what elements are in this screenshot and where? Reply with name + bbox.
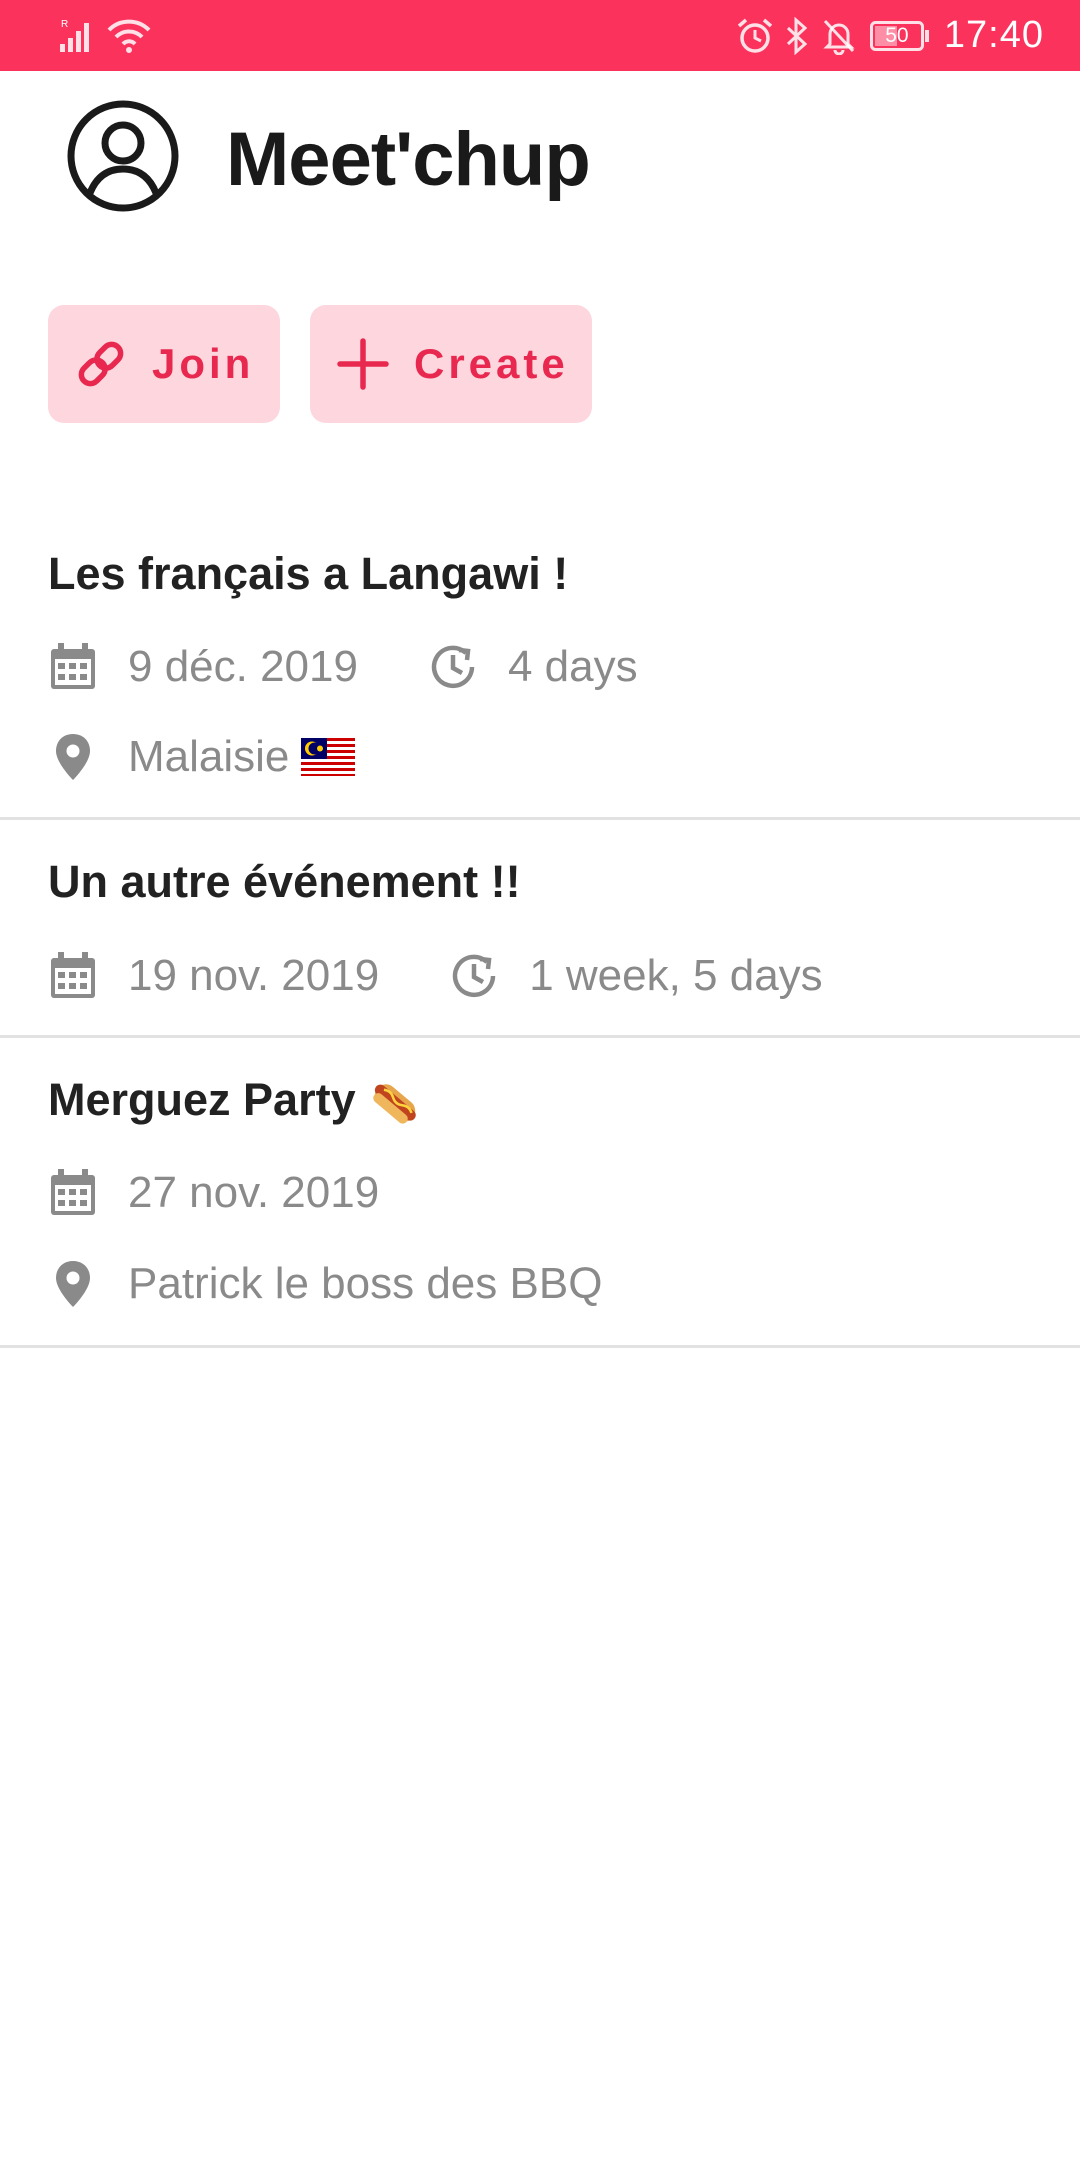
notifications-off-icon: [823, 19, 855, 55]
app-title: Meet'chup: [226, 117, 591, 202]
location-pin-icon: [56, 1261, 90, 1307]
status-bar-right: 50 17:40: [736, 0, 1044, 71]
event-location-row: Malaisie: [48, 727, 356, 787]
event-list: Les français a Langawi ! 9 déc. 2019 4 d…: [0, 520, 1080, 1348]
battery-level: 50: [885, 23, 909, 47]
event-location: Patrick le boss des BBQ: [128, 1259, 603, 1308]
event-title: Les français a Langawi !: [48, 548, 569, 599]
link-icon: [78, 341, 124, 387]
wifi-icon: [107, 19, 151, 53]
calendar-icon: [51, 643, 95, 689]
event-meta-row: 19 nov. 2019 1 week, 5 days: [48, 946, 823, 1006]
event-card[interactable]: Les français a Langawi ! 9 déc. 2019 4 d…: [0, 520, 1080, 820]
event-title-text: Merguez Party: [48, 1074, 356, 1125]
status-bar-left: R: [58, 0, 152, 71]
event-title: Merguez Party: [48, 1074, 420, 1128]
event-location: Malaisie: [128, 732, 290, 781]
event-card[interactable]: Un autre événement !! 19 nov. 2019 1 wee…: [0, 820, 1080, 1038]
plus-icon: [337, 338, 389, 390]
event-duration: 4 days: [507, 642, 638, 691]
malaysia-flag-icon: [301, 738, 356, 776]
calendar-icon: [51, 1169, 95, 1215]
history-clock-icon: [452, 954, 496, 998]
event-meta-row: 27 nov. 2019: [48, 1163, 379, 1223]
svg-text:R: R: [61, 19, 68, 30]
join-button-label: Join: [152, 340, 255, 387]
calendar-icon: [51, 952, 95, 998]
create-button[interactable]: Create: [310, 305, 592, 423]
location-pin-icon: [56, 734, 90, 780]
event-date: 9 déc. 2019: [128, 642, 358, 691]
hot-dog-icon: [372, 1084, 416, 1124]
status-time: 17:40: [943, 14, 1044, 56]
status-bar: R 50 17:40: [0, 0, 1080, 71]
event-date: 19 nov. 2019: [128, 951, 380, 1000]
alarm-icon: [737, 18, 773, 53]
bluetooth-icon: [786, 16, 808, 55]
event-location-row: Patrick le boss des BBQ: [48, 1254, 602, 1314]
battery-indicator: 50: [869, 20, 930, 51]
event-title: Un autre événement !!: [48, 856, 521, 907]
signal-icon: R: [60, 19, 89, 52]
event-duration: 1 week, 5 days: [529, 951, 823, 1000]
create-button-label: Create: [414, 340, 569, 387]
app-header: Meet'chup: [0, 71, 1080, 241]
action-buttons: Join Create: [48, 305, 592, 423]
event-card[interactable]: Merguez Party 27 nov. 2019 Patrick le bo…: [0, 1038, 1080, 1348]
event-meta-row: 9 déc. 2019 4 days: [48, 637, 638, 697]
event-date: 27 nov. 2019: [128, 1168, 380, 1217]
account-circle-icon[interactable]: [66, 99, 180, 213]
history-clock-icon: [431, 645, 475, 689]
join-button[interactable]: Join: [48, 305, 280, 423]
